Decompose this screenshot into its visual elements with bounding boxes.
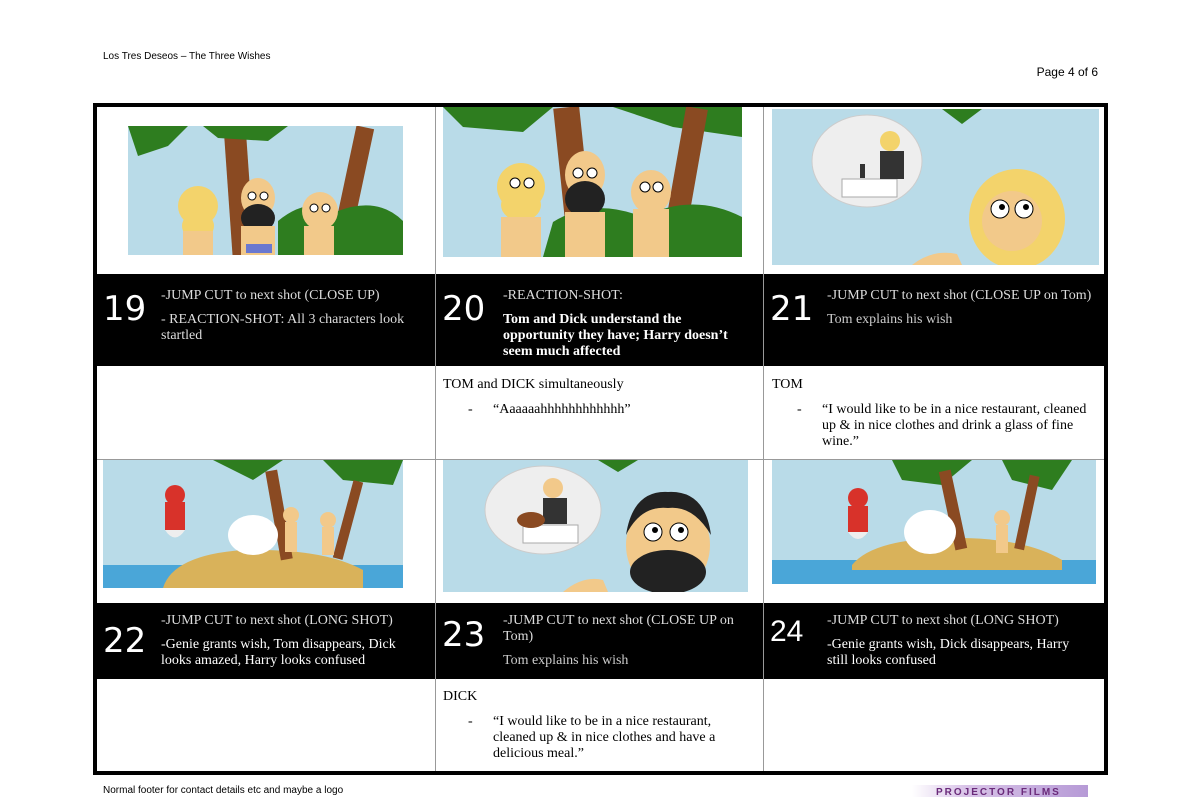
dialog-speaker: DICK <box>443 689 478 704</box>
shot-24-frame <box>772 460 1096 584</box>
projector-films-logo: PROJECTOR FILMS <box>912 784 1088 798</box>
shot-number: 19 <box>103 289 147 329</box>
dialog-dash: - <box>797 402 802 417</box>
dialog-dash: - <box>468 402 473 417</box>
shot-20-dialog: TOM and DICK simultaneously - “Aaaaaahhhh… <box>443 377 753 418</box>
shot-description: -JUMP CUT to next shot (CLOSE UP) - REAC… <box>161 288 405 343</box>
shot-number: 24 <box>770 615 804 648</box>
shot-23-dialog: DICK - “I would like to be in a nice rest… <box>443 689 753 762</box>
shot-22-frame <box>103 460 403 588</box>
dialog-dash: - <box>468 714 473 729</box>
shot-number: 23 <box>442 615 486 655</box>
shot-number: 20 <box>442 289 486 329</box>
shot-24-bar: 24 -JUMP CUT to next shot (LONG SHOT) -G… <box>764 603 1104 679</box>
shot-19-bar: 19 -JUMP CUT to next shot (CLOSE UP) - R… <box>97 274 435 366</box>
shot-description: -JUMP CUT to next shot (CLOSE UP on Tom)… <box>503 613 734 668</box>
shot-description: -JUMP CUT to next shot (LONG SHOT) -Geni… <box>827 613 1070 668</box>
dialog-speaker: TOM and DICK simultaneously <box>443 377 624 392</box>
shot-description: -JUMP CUT to next shot (CLOSE UP on Tom)… <box>827 288 1092 327</box>
shot-23-frame <box>443 460 748 592</box>
storyboard-grid: 19 -JUMP CUT to next shot (CLOSE UP) - R… <box>93 103 1108 775</box>
dialog-line: “Aaaaaahhhhhhhhhhhh” <box>493 402 631 417</box>
shot-21-frame <box>772 109 1099 265</box>
shot-22-bar: 22 -JUMP CUT to next shot (LONG SHOT) -G… <box>97 603 435 679</box>
shot-description: -REACTION-SHOT: Tom and Dick understand … <box>503 288 728 359</box>
shot-number: 21 <box>770 289 814 329</box>
dialog-speaker: TOM <box>772 377 803 392</box>
shot-20-bar: 20 -REACTION-SHOT: Tom and Dick understa… <box>436 274 763 366</box>
shot-21-bar: 21 -JUMP CUT to next shot (CLOSE UP on T… <box>764 274 1104 366</box>
shot-19-frame <box>128 126 403 255</box>
dialog-line: “I would like to be in a nice restaurant… <box>493 714 716 761</box>
shot-number: 22 <box>103 621 147 661</box>
shot-description: -JUMP CUT to next shot (LONG SHOT) -Geni… <box>161 613 396 668</box>
shot-20-frame <box>443 107 742 257</box>
header-title: Los Tres Deseos – The Three Wishes <box>103 51 271 62</box>
dialog-line: “I would like to be in a nice restaurant… <box>822 402 1087 449</box>
footer-text: Normal footer for contact details etc an… <box>103 785 344 796</box>
page-number: Page 4 of 6 <box>1036 65 1098 79</box>
shot-23-bar: 23 -JUMP CUT to next shot (CLOSE UP on T… <box>436 603 763 679</box>
svg-text:PROJECTOR FILMS: PROJECTOR FILMS <box>936 787 1061 798</box>
shot-21-dialog: TOM - “I would like to be in a nice resta… <box>772 377 1087 450</box>
